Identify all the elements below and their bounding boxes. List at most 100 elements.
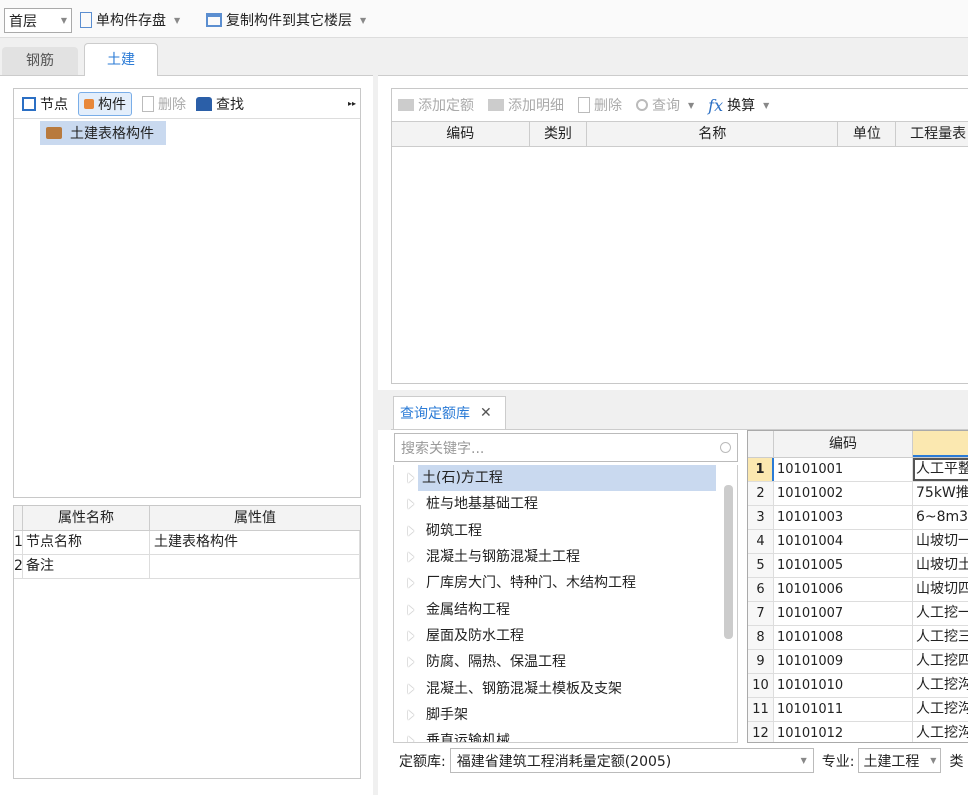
quota-name: 人工挖沟 [913, 674, 968, 697]
prop-value[interactable] [150, 555, 360, 578]
copy-to-floor-button[interactable]: 复制构件到其它楼层 ▼ [206, 10, 366, 30]
quota-row[interactable]: 3101010036~8m3拖 [748, 506, 968, 530]
category-item[interactable]: 垂直运输机械 [394, 728, 737, 742]
delete-quota-button[interactable]: 删除 [578, 95, 622, 115]
tab-rebar[interactable]: 钢筋 [2, 47, 78, 75]
expand-icon[interactable] [408, 499, 414, 510]
quota-code: 10101008 [774, 626, 913, 649]
bottom-bar: 定额库: 福建省建筑工程消耗量定额(2005) ▼ 专业: 土建工程 ▼ 类 [393, 746, 968, 775]
row-number: 7 [748, 602, 774, 625]
major-select[interactable]: 土建工程 ▼ [858, 748, 942, 773]
category-item[interactable]: 脚手架 [394, 702, 737, 728]
quota-name: 人工挖沟 [913, 722, 968, 742]
category-item[interactable]: 厂库房大门、特种门、木结构工程 [394, 570, 737, 596]
expand-icon[interactable] [408, 709, 414, 720]
col-code[interactable]: 编码 [774, 431, 913, 457]
quota-name: 山坡切四 [913, 578, 968, 601]
quota-grid: 编码 110101001人工平整21010100275kW推土310101003… [747, 430, 968, 743]
col-name[interactable] [913, 431, 968, 457]
chevron-down-icon: ▼ [688, 100, 695, 110]
expand-icon[interactable] [408, 578, 414, 589]
category-item[interactable]: 金属结构工程 [394, 596, 737, 622]
expand-icon[interactable] [408, 657, 414, 668]
quota-name: 人工平整 [913, 458, 968, 481]
scrollbar[interactable] [724, 485, 733, 639]
quota-row[interactable]: 6 10101006 山坡切四 [748, 578, 968, 602]
component-button[interactable]: 构件 [78, 91, 132, 116]
category-item[interactable]: 防腐、隔热、保温工程 [394, 649, 737, 675]
prop-value[interactable]: 土建表格构件 [150, 531, 360, 554]
add-detail-icon [488, 99, 504, 111]
find-button[interactable]: 查找 [196, 94, 244, 114]
quota-row[interactable]: 1 10101001 人工平整 [748, 458, 968, 482]
category-label: 脚手架 [426, 706, 468, 723]
quota-row[interactable]: 8 10101008 人工挖三 [748, 626, 968, 650]
expand-icon[interactable] [408, 604, 414, 615]
col-code[interactable]: 编码 [392, 122, 530, 146]
col-type[interactable]: 类别 [530, 122, 588, 146]
quota-row[interactable]: 21010100275kW推土 [748, 482, 968, 506]
expand-icon[interactable] [408, 683, 414, 694]
row-number: 2 [748, 482, 774, 505]
floor-value: 首层 [9, 13, 37, 30]
node-label: 节点 [40, 96, 68, 113]
expand-icon[interactable] [408, 736, 414, 742]
tab-query-quota[interactable]: 查询定额库 ✕ [393, 396, 506, 429]
category-item[interactable]: 混凝土与钢筋混凝土工程 [394, 544, 737, 570]
quota-row[interactable]: 11 10101011 人工挖沟 [748, 698, 968, 722]
quota-code: 10101010 [774, 674, 913, 697]
header-prop-value: 属性值 [234, 510, 276, 526]
delete-label: 删除 [158, 96, 186, 113]
category-tree: 土(石)方工程 桩与地基基础工程 砌筑工程 混凝土与钢筋混凝土工程 厂库房大门、特种门、… [393, 465, 738, 743]
add-quota-button[interactable]: 添加定额 [398, 95, 474, 115]
add-detail-button[interactable]: 添加明细 [488, 95, 564, 115]
tree-item-root[interactable]: 土建表格构件 [40, 121, 166, 145]
quota-name: 6~8m3拖 [913, 506, 968, 529]
expand-icon[interactable] [408, 552, 414, 563]
search-input[interactable]: 搜索关键字... [394, 433, 738, 462]
category-label: 混凝土、钢筋混凝土模板及支架 [426, 680, 622, 697]
category-label: 金属结构工程 [426, 601, 510, 618]
category-label: 土(石)方工程 [418, 465, 716, 492]
col-unit[interactable]: 单位 [838, 122, 897, 146]
row-number: 6 [748, 578, 774, 601]
quota-row[interactable]: 5 10101005 山坡切土 [748, 554, 968, 578]
delete-button[interactable]: 删除 [142, 94, 186, 114]
expand-icon[interactable] [408, 473, 414, 484]
grid-corner [748, 431, 774, 457]
col-quantity[interactable]: 工程量表 [896, 122, 968, 146]
category-item[interactable]: 屋面及防水工程 [394, 623, 737, 649]
quota-code: 10101007 [774, 602, 913, 625]
header-prop-name: 属性名称 [23, 506, 150, 530]
chevron-down-icon: ▼ [60, 16, 67, 25]
quota-code: 10101001 [774, 458, 913, 481]
quota-row[interactable]: 10 10101010 人工挖沟 [748, 674, 968, 698]
convert-button[interactable]: fx 换算 ▼ [708, 95, 769, 115]
quota-row[interactable]: 9 10101009 人工挖四 [748, 650, 968, 674]
expand-icon[interactable] [408, 630, 414, 641]
library-select[interactable]: 福建省建筑工程消耗量定额(2005) ▼ [449, 748, 814, 773]
floor-select[interactable]: 首层 ▼ [4, 8, 72, 33]
row-number: 11 [748, 698, 774, 721]
node-button[interactable]: 节点 [22, 94, 68, 114]
category-item[interactable]: 桩与地基基础工程 [394, 491, 737, 517]
add-quota-icon [398, 99, 414, 111]
category-item[interactable]: 土(石)方工程 [394, 465, 737, 492]
quota-code: 10101006 [774, 578, 913, 601]
tab-civil[interactable]: 土建 [84, 43, 158, 76]
save-component-button[interactable]: 单构件存盘 ▼ [80, 10, 180, 30]
more-icon[interactable]: ▸▸ [348, 99, 356, 108]
col-name[interactable]: 名称 [587, 122, 839, 146]
close-icon[interactable]: ✕ [480, 405, 492, 421]
quota-row[interactable]: 12 10101012 人工挖沟 [748, 722, 968, 742]
category-item[interactable]: 混凝土、钢筋混凝土模板及支架 [394, 675, 737, 701]
quota-row[interactable]: 7 10101007 人工挖一 [748, 602, 968, 626]
quota-list-panel: 添加定额 添加明细 删除 查询 ▼ fx 换算 ▼ 编码 类别 名称 单位 工程量表 [391, 88, 968, 384]
properties-table: 属性名称 属性值 1 节点名称 土建表格构件 2 备注 [13, 505, 361, 779]
category-item[interactable]: 砌筑工程 [394, 518, 737, 544]
quota-row[interactable]: 4 10101004 山坡切一 [748, 530, 968, 554]
row-number: 3 [748, 506, 774, 529]
query-button[interactable]: 查询 ▼ [636, 95, 694, 115]
expand-icon[interactable] [408, 525, 414, 536]
delete-icon [578, 97, 590, 113]
